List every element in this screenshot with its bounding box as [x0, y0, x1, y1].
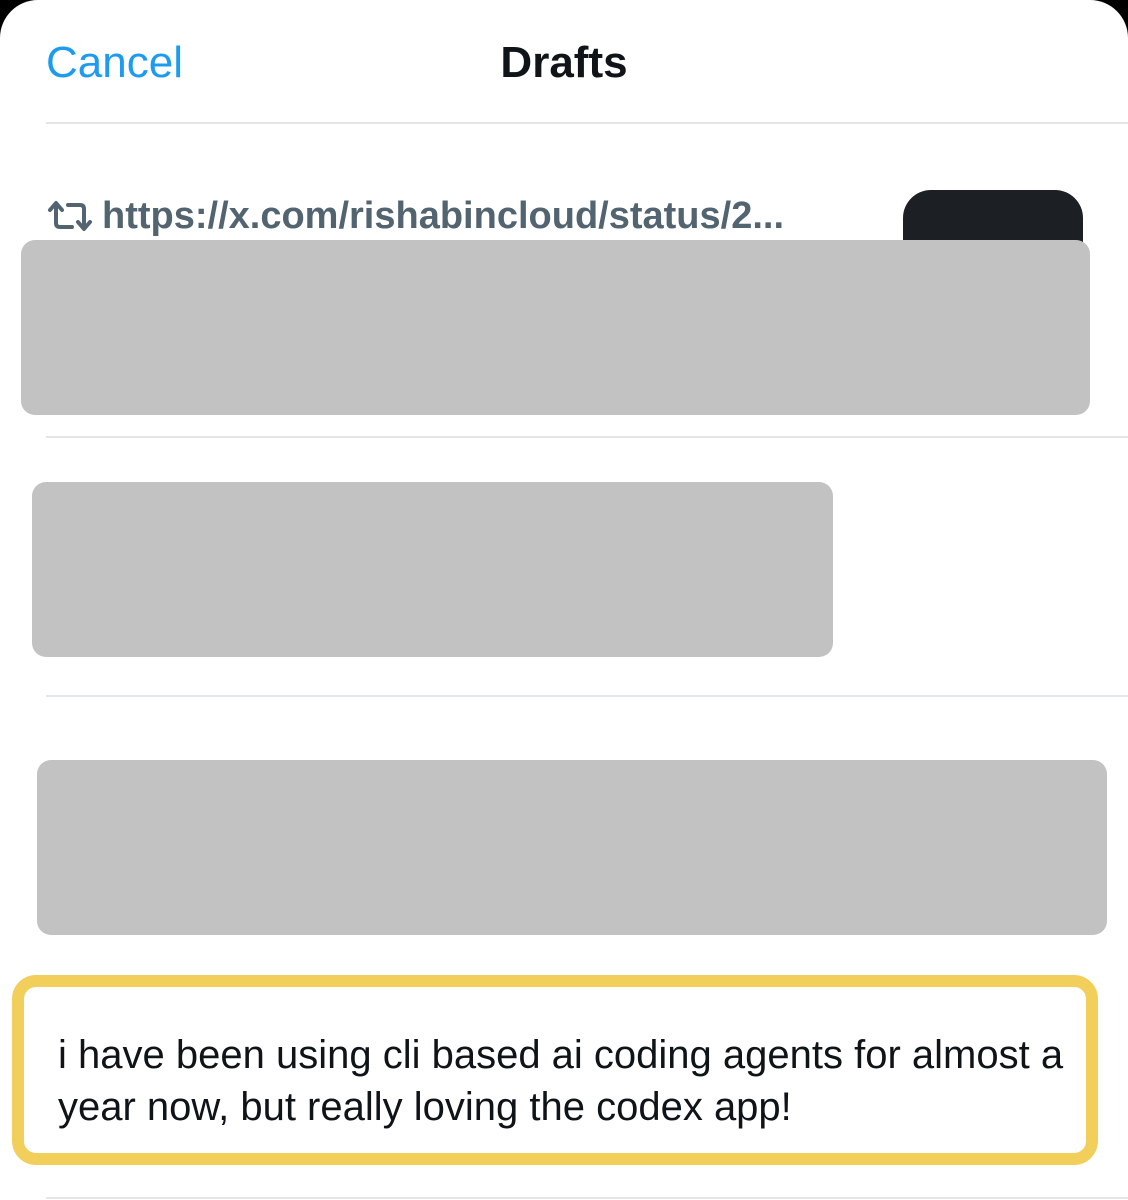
- repost-icon: [48, 201, 92, 231]
- draft-item-repost[interactable]: https://x.com/rishabincloud/status/2...: [46, 192, 784, 240]
- draft-divider: [46, 695, 1128, 697]
- page-title: Drafts: [500, 38, 628, 87]
- header-divider: [46, 122, 1128, 124]
- draft-divider: [46, 1197, 1128, 1199]
- draft-text: i have been using cli based ai coding ag…: [58, 1033, 1064, 1129]
- redacted-block: [32, 482, 833, 657]
- redacted-block: [21, 240, 1090, 415]
- repost-url: https://x.com/rishabincloud/status/2...: [102, 195, 784, 237]
- redacted-block: [37, 760, 1107, 935]
- highlighted-draft-item[interactable]: i have been using cli based ai coding ag…: [12, 975, 1098, 1165]
- drafts-sheet: Cancel Drafts https://x.com/rishabinclou…: [0, 0, 1128, 1200]
- draft-divider: [46, 436, 1128, 438]
